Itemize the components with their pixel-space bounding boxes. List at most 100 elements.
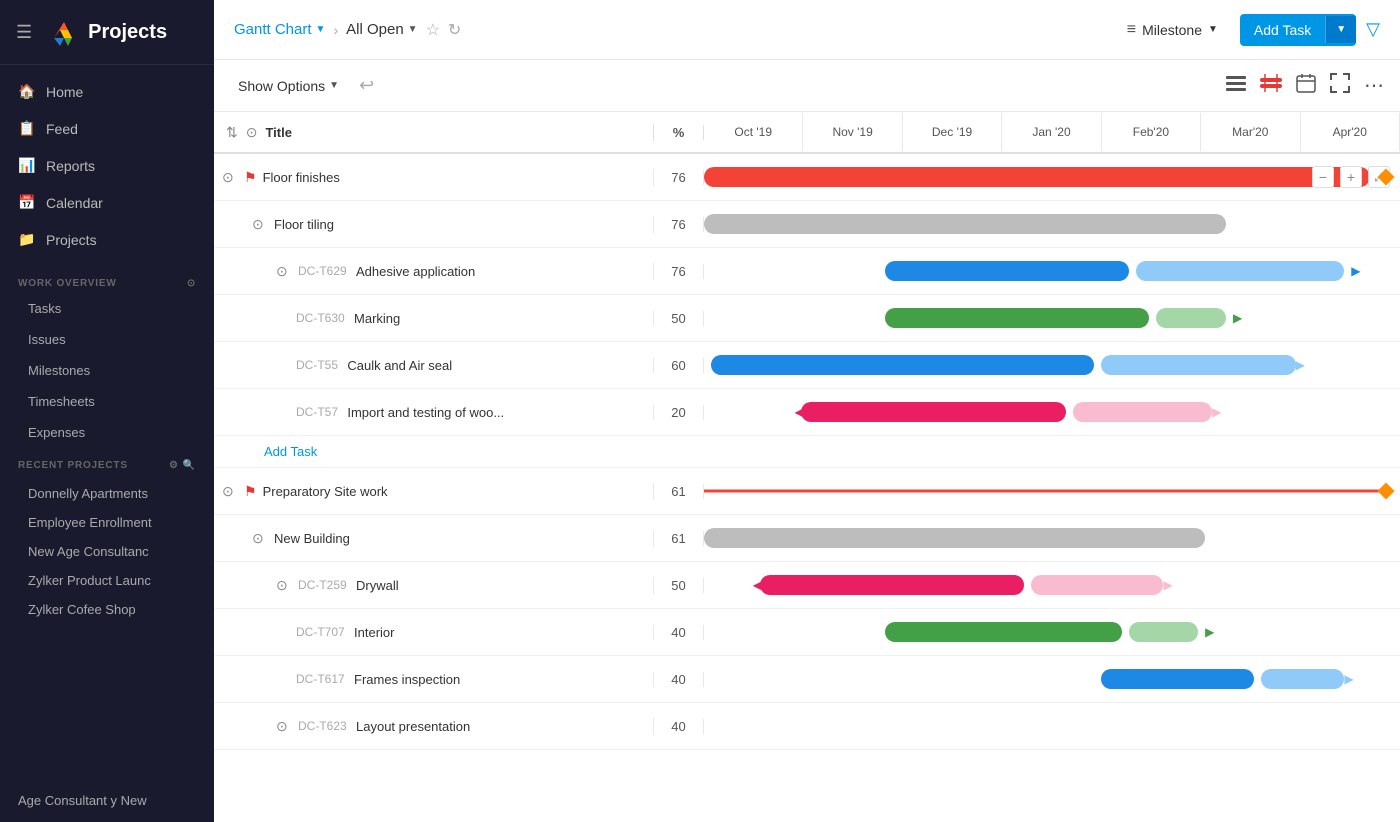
search-icon[interactable]: 🔍 bbox=[183, 460, 196, 471]
nav-feed[interactable]: 📋 Feed bbox=[0, 110, 214, 147]
row-pct: 40 bbox=[654, 719, 704, 734]
row-pct: 61 bbox=[654, 484, 704, 499]
project-new-age[interactable]: New Age Consultanc bbox=[0, 537, 214, 566]
calendar-view-icon[interactable] bbox=[1296, 73, 1316, 98]
undo-icon[interactable]: ↩ bbox=[359, 75, 374, 96]
toolbar-right: ⋯ bbox=[1226, 73, 1384, 98]
circle-icon: ⊙ bbox=[187, 278, 196, 289]
task-id: DC-T617 bbox=[296, 672, 348, 686]
recent-projects-section: RECENT PROJECTS ⚙ 🔍 bbox=[0, 448, 214, 475]
collapse-rows-icon[interactable] bbox=[1226, 74, 1246, 97]
sidebar-item-timesheets[interactable]: Timesheets bbox=[0, 386, 214, 417]
task-name: Caulk and Air seal bbox=[347, 358, 452, 373]
task-name: Floor finishes bbox=[263, 170, 340, 185]
add-task-dropdown-icon[interactable]: ▼ bbox=[1325, 16, 1356, 43]
sidebar-item-expenses[interactable]: Expenses bbox=[0, 417, 214, 448]
more-options-icon[interactable]: ⋯ bbox=[1364, 73, 1384, 98]
expand-icon[interactable]: ⊙ bbox=[276, 263, 292, 280]
timeline-header: Oct '19 Nov '19 Dec '19 Jan '20 Feb'20 M… bbox=[704, 113, 1400, 151]
project-donnelly[interactable]: Donnelly Apartments bbox=[0, 479, 214, 508]
expand-icon[interactable]: ⊙ bbox=[222, 483, 238, 500]
flag-icon: ⚑ bbox=[244, 483, 257, 500]
table-row: ⊙ ⚑ Floor finishes 76 − + ⤢ bbox=[214, 154, 1400, 201]
table-row: ⊙ New Building 61 bbox=[214, 515, 1400, 562]
nav-calendar-label: Calendar bbox=[46, 195, 103, 211]
topbar-right: ≡ Milestone ▼ Add Task ▼ ▽ bbox=[1115, 14, 1380, 46]
project-employee[interactable]: Employee Enrollment bbox=[0, 508, 214, 537]
nav-home-label: Home bbox=[46, 84, 83, 100]
filter-icon[interactable]: ▽ bbox=[1366, 19, 1380, 40]
sidebar-item-issues[interactable]: Issues bbox=[0, 324, 214, 355]
sidebar: ☰ Projects 🏠 Home 📋 Feed 📊 Reports 📅 Cal… bbox=[0, 0, 214, 822]
all-open-button[interactable]: All Open ▼ bbox=[346, 21, 417, 38]
add-task-row[interactable]: Add Task bbox=[214, 436, 1400, 468]
row-bar: ▶ bbox=[704, 656, 1400, 702]
hamburger-icon[interactable]: ☰ bbox=[16, 22, 32, 43]
app-logo bbox=[48, 16, 80, 48]
add-task-label: Add Task bbox=[264, 444, 317, 459]
all-open-chevron-icon: ▼ bbox=[408, 24, 418, 35]
main-nav: 🏠 Home 📋 Feed 📊 Reports 📅 Calendar 📁 Pro… bbox=[0, 65, 214, 266]
row-title-caulk: DC-T55 Caulk and Air seal bbox=[214, 358, 654, 373]
task-name: Frames inspection bbox=[354, 672, 460, 687]
expand-icon[interactable]: ⊙ bbox=[252, 216, 268, 233]
minus-button[interactable]: − bbox=[1312, 166, 1334, 188]
breadcrumb-separator: › bbox=[333, 22, 338, 38]
main-content: Gantt Chart ▼ › All Open ▼ ☆ ↻ ≡ Milesto… bbox=[214, 0, 1400, 822]
show-options-button[interactable]: Show Options ▼ bbox=[230, 74, 347, 98]
favorite-icon[interactable]: ☆ bbox=[426, 20, 440, 40]
nav-projects[interactable]: 📁 Projects bbox=[0, 221, 214, 258]
title-column-label: Title bbox=[265, 125, 292, 140]
sort-icon[interactable]: ⇅ bbox=[226, 124, 238, 141]
milestone-chevron-icon: ▼ bbox=[1208, 24, 1218, 35]
work-overview-icons: ⊙ bbox=[187, 278, 196, 289]
toolbar: Show Options ▼ ↩ ⋯ bbox=[214, 60, 1400, 112]
table-row: ⊙ Floor tiling 76 bbox=[214, 201, 1400, 248]
row-title-new-building: ⊙ New Building bbox=[214, 530, 654, 547]
filter-icon[interactable]: ⚙ bbox=[169, 460, 179, 471]
row-pct: 76 bbox=[654, 217, 704, 232]
row-title-layout: ⊙ DC-T623 Layout presentation bbox=[214, 718, 654, 735]
project-zylker-coffee[interactable]: Zylker Cofee Shop bbox=[0, 595, 214, 624]
nav-calendar[interactable]: 📅 Calendar bbox=[0, 184, 214, 221]
task-id: DC-T57 bbox=[296, 405, 341, 419]
refresh-icon[interactable]: ↻ bbox=[448, 20, 461, 40]
reports-icon: 📊 bbox=[18, 157, 36, 174]
task-id: DC-T623 bbox=[298, 719, 350, 733]
row-bar bbox=[704, 468, 1400, 514]
expand-icon[interactable]: ⊙ bbox=[276, 718, 292, 735]
expand-icon[interactable]: ⊙ bbox=[222, 169, 238, 186]
gantt-chart-button[interactable]: Gantt Chart ▼ bbox=[234, 21, 325, 38]
show-options-label: Show Options bbox=[238, 78, 325, 94]
project-zylker-product[interactable]: Zylker Product Launc bbox=[0, 566, 214, 595]
row-pct: 61 bbox=[654, 531, 704, 546]
row-bar: ▶ bbox=[704, 248, 1400, 294]
app-title: Projects bbox=[88, 21, 167, 44]
plus-button[interactable]: + bbox=[1340, 166, 1362, 188]
sidebar-bottom[interactable]: Age Consultant y New bbox=[0, 783, 214, 822]
row-title-floor-tiling: ⊙ Floor tiling bbox=[214, 216, 654, 233]
row-bar: ◀ ▶ bbox=[704, 562, 1400, 608]
critical-path-icon[interactable] bbox=[1260, 74, 1282, 97]
task-id: DC-T55 bbox=[296, 358, 341, 372]
expand-all-icon[interactable]: ⊙ bbox=[246, 124, 258, 141]
expand-view-icon[interactable] bbox=[1330, 73, 1350, 98]
gantt-chart-label: Gantt Chart bbox=[234, 21, 312, 38]
add-task-button[interactable]: Add Task ▼ bbox=[1240, 14, 1356, 46]
table-row: DC-T630 Marking 50 ▶ bbox=[214, 295, 1400, 342]
row-bar bbox=[704, 515, 1400, 561]
home-icon: 🏠 bbox=[18, 83, 36, 100]
row-bar: ▶ bbox=[704, 609, 1400, 655]
milestone-label: Milestone bbox=[1142, 22, 1202, 38]
nav-reports[interactable]: 📊 Reports bbox=[0, 147, 214, 184]
nav-home[interactable]: 🏠 Home bbox=[0, 73, 214, 110]
sidebar-item-milestones[interactable]: Milestones bbox=[0, 355, 214, 386]
row-title-drywall: ⊙ DC-T259 Drywall bbox=[214, 577, 654, 594]
expand-icon[interactable]: ⊙ bbox=[276, 577, 292, 594]
feed-icon: 📋 bbox=[18, 120, 36, 137]
expand-icon[interactable]: ⊙ bbox=[252, 530, 268, 547]
row-pct: 76 bbox=[654, 170, 704, 185]
milestone-button[interactable]: ≡ Milestone ▼ bbox=[1115, 15, 1230, 45]
sidebar-item-tasks[interactable]: Tasks bbox=[0, 293, 214, 324]
task-id: DC-T707 bbox=[296, 625, 348, 639]
